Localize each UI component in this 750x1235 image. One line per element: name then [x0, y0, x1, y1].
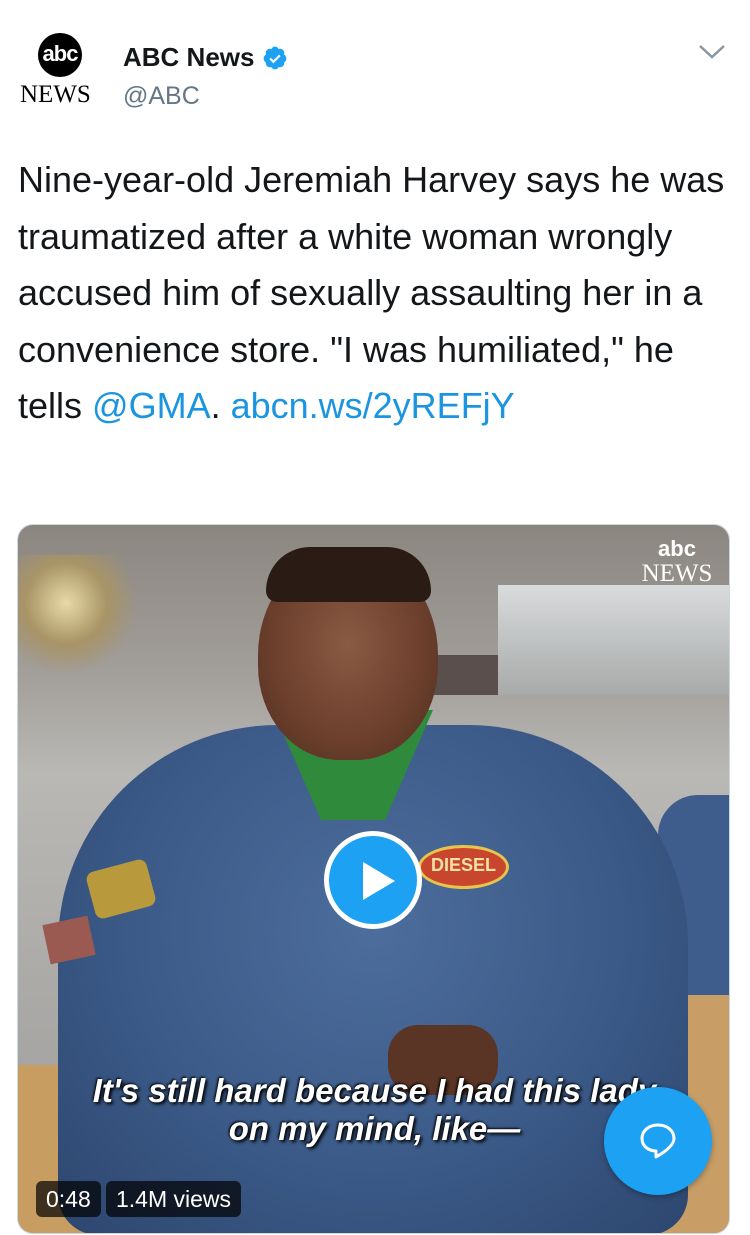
watermark-news: NEWS [641, 560, 713, 587]
tweet-text: Nine-year-old Jeremiah Harvey says he wa… [18, 152, 733, 435]
reply-button[interactable] [604, 1087, 712, 1195]
name-row: ABC News [123, 42, 288, 73]
reply-icon [640, 1123, 676, 1159]
diesel-patch: DIESEL [418, 845, 509, 889]
video-shelf-dark [428, 655, 498, 695]
separator: . [210, 385, 231, 426]
video-lamp [18, 555, 138, 675]
video-duration: 0:48 [36, 1181, 101, 1217]
chevron-down-icon[interactable] [697, 42, 727, 62]
handle[interactable]: @ABC [123, 82, 200, 111]
video-shelf [498, 585, 729, 695]
abc-logo-circle: abc [38, 33, 82, 77]
tweet-header: abc NEWS ABC News @ABC [0, 0, 750, 130]
abc-news-watermark: abc NEWS [637, 537, 717, 587]
verified-badge-icon [264, 46, 287, 69]
video-view-count: 1.4M views [106, 1181, 242, 1217]
watermark-abc: abc [658, 536, 696, 561]
mention-link[interactable]: @GMA [92, 385, 211, 426]
display-name[interactable]: ABC News [123, 42, 254, 73]
avatar[interactable]: abc NEWS [18, 33, 102, 113]
video-boy-hair [266, 547, 431, 602]
play-button[interactable] [324, 831, 422, 929]
article-link[interactable]: abcn.ws/2yREFjY [231, 385, 515, 426]
news-wordmark: NEWS [20, 81, 91, 108]
play-icon [363, 862, 395, 900]
